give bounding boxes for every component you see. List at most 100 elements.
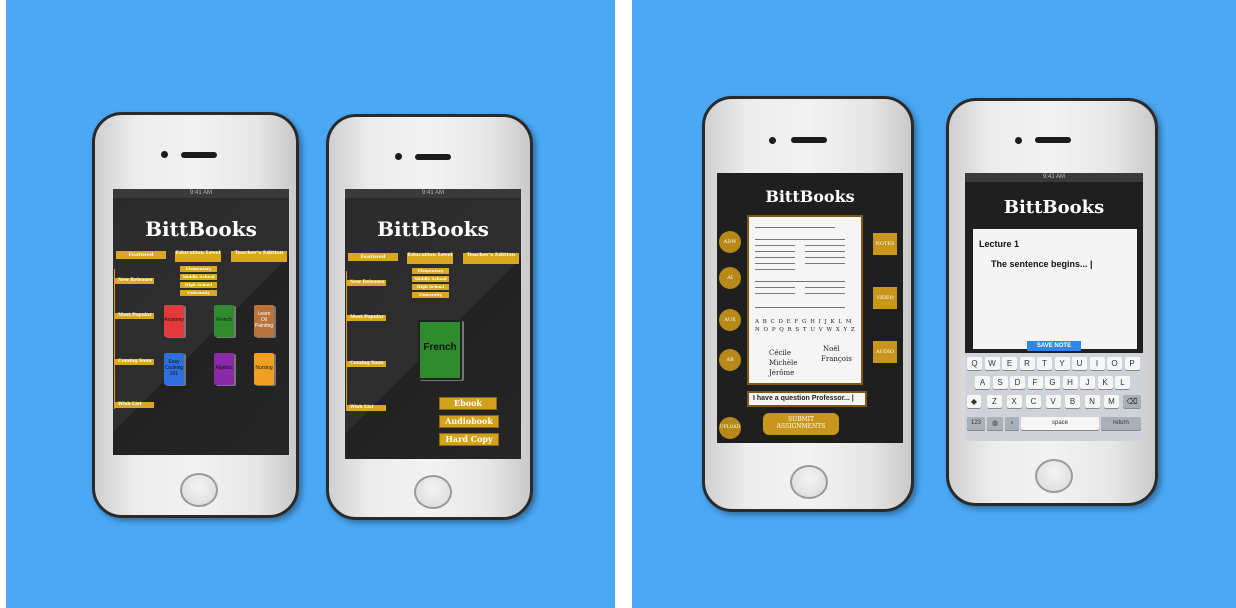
hard-copy-button[interactable]: Hard Copy [439,433,499,446]
level-middle-school[interactable]: Middle School [180,274,217,280]
aux-button[interactable]: AUX [719,309,741,331]
key-h[interactable]: H [1062,376,1078,389]
book-french[interactable]: French [214,305,234,337]
shift-key[interactable]: ◆ [967,395,981,408]
home-button[interactable] [180,473,218,507]
home-button[interactable] [1035,459,1073,493]
worksheet-rule [805,257,845,258]
return-key[interactable]: return [1101,417,1141,430]
key-r[interactable]: R [1019,357,1035,370]
worksheet-rule [755,281,845,282]
sidebar-new-releases[interactable]: New Releases [115,278,154,284]
level-elementary[interactable]: Elementary [180,266,217,272]
tab-education-level[interactable]: Education Level [175,251,221,262]
screen-book-detail: 9:41 AM BittBooks Featured Education Lev… [345,189,521,459]
worksheet-rule [755,307,845,308]
sidebar-wish-list[interactable]: Wish List [115,402,154,408]
key-v[interactable]: V [1045,395,1061,408]
numbers-key[interactable]: 123 [967,417,985,430]
sidebar-divider [114,269,115,409]
audiobook-button[interactable]: Audiobook [439,415,499,428]
level-university[interactable]: University [180,290,217,296]
key-w[interactable]: W [984,357,1000,370]
mic-key[interactable]: ♀ [1005,417,1019,430]
key-i[interactable]: I [1089,357,1105,370]
book-french-large[interactable]: French [418,320,462,380]
space-key[interactable]: space [1021,417,1099,430]
status-bar: 9:41 AM [345,189,521,198]
worksheet-document: A B C D E F G H I J K L M N O P Q R S T … [747,215,863,385]
level-university[interactable]: University [412,292,449,298]
sidebar-coming-soon[interactable]: Coming Soon [347,361,386,367]
video-button[interactable]: VIDEO [873,287,897,309]
delete-key[interactable]: ⌫ [1123,395,1141,408]
key-l[interactable]: L [1115,376,1130,389]
sidebar-new-releases[interactable]: New Releases [347,280,386,286]
key-c[interactable]: C [1026,395,1041,408]
tab-featured[interactable]: Featured [116,251,166,259]
worksheet-name-noel: Noël [823,345,840,353]
ab-button[interactable]: AB [719,349,741,371]
level-elementary[interactable]: Elementary [412,268,449,274]
key-s[interactable]: S [992,376,1008,389]
note-area[interactable]: Lecture 1 The sentence begins... | [973,229,1137,349]
level-high-school[interactable]: High School [180,282,217,288]
app-logo: BittBooks [377,217,489,241]
submit-assignments-button[interactable]: SUBMIT ASSIGNMENTS [763,413,839,435]
upload-button[interactable]: UPLOAD [719,417,741,439]
speaker-grill [415,154,451,160]
notes-button[interactable]: NOTES [873,233,897,255]
key-u[interactable]: U [1072,357,1087,370]
book-easy-cooking[interactable]: Easy Cooking 101 [164,353,184,385]
level-high-school[interactable]: High School [412,284,449,290]
worksheet-rule [755,293,795,294]
key-j[interactable]: J [1080,376,1095,389]
home-button[interactable] [414,475,452,509]
key-k[interactable]: K [1097,376,1113,389]
audio-button[interactable]: AUDIO [873,341,897,363]
tab-education-level[interactable]: Education Level [407,253,453,264]
key-y[interactable]: Y [1054,357,1070,370]
front-camera [1015,137,1022,144]
sidebar-coming-soon[interactable]: Coming Soon [115,359,154,365]
key-d[interactable]: D [1010,376,1025,389]
key-t[interactable]: T [1037,357,1052,370]
question-input[interactable]: I have a question Professor... | [747,391,867,407]
key-p[interactable]: P [1124,357,1140,370]
key-z[interactable]: Z [987,395,1002,408]
book-algebra[interactable]: Algebra [214,353,234,385]
key-f[interactable]: F [1027,376,1043,389]
key-x[interactable]: X [1006,395,1022,408]
screen-assignment: BittBooks ADW AI AUX AB UPLOAD NOTES VID… [717,173,903,443]
key-n[interactable]: N [1084,395,1100,408]
sidebar-most-popular[interactable]: Most Popular [115,313,154,319]
key-q[interactable]: Q [967,357,982,370]
key-a[interactable]: A [975,376,990,389]
sidebar-wish-list[interactable]: Wish List [347,405,386,411]
adw-button[interactable]: ADW [719,231,741,253]
book-anatomy[interactable]: Anatomy [164,305,184,337]
globe-key[interactable]: ◍ [987,417,1003,430]
home-button[interactable] [790,465,828,499]
tab-featured[interactable]: Featured [348,253,398,261]
level-middle-school[interactable]: Middle School [412,276,449,282]
book-learn-oil-painting[interactable]: Learn Oil Painting [254,305,274,337]
worksheet-rule [755,269,795,270]
key-o[interactable]: O [1107,357,1122,370]
key-m[interactable]: M [1104,395,1119,408]
front-camera [769,137,776,144]
tab-teachers-edition[interactable]: Teacher's Edition [231,251,287,262]
sidebar-most-popular[interactable]: Most Popular [347,315,386,321]
worksheet-rule [805,293,845,294]
ebook-button[interactable]: Ebook [439,397,497,410]
worksheet-rule [755,245,795,246]
key-e[interactable]: E [1002,357,1017,370]
tab-teachers-edition[interactable]: Teacher's Edition [463,253,519,264]
app-logo: BittBooks [145,217,257,241]
key-g[interactable]: G [1045,376,1060,389]
save-note-button[interactable]: SAVE NOTE [1027,341,1081,351]
book-nursing[interactable]: Nursing [254,353,274,385]
key-b[interactable]: B [1065,395,1080,408]
ai-button[interactable]: AI [719,267,741,289]
front-camera [161,151,168,158]
